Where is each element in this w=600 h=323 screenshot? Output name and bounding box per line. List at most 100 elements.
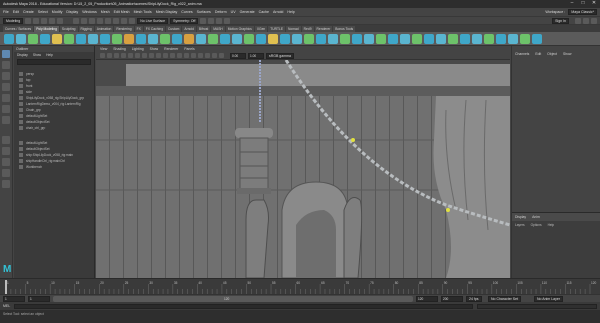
shelf-tool-icon[interactable] <box>400 33 410 44</box>
shelf-tool-icon[interactable] <box>148 33 158 44</box>
select-camera-icon[interactable] <box>100 53 105 58</box>
menu-select[interactable]: Select <box>38 10 48 14</box>
two-pane-layout-icon[interactable] <box>2 158 10 166</box>
toggle-panel-icon[interactable] <box>583 17 589 24</box>
field-chart-icon[interactable] <box>156 53 161 58</box>
film-gate-icon[interactable] <box>135 53 140 58</box>
workspace-dropdown[interactable]: Maya Classic* <box>568 9 597 15</box>
live-surface-dropdown[interactable]: No Live Surface <box>137 17 169 24</box>
shelf-tool-icon[interactable] <box>472 33 482 44</box>
shelf-tool-icon[interactable] <box>160 33 170 44</box>
minimize-button[interactable]: – <box>568 1 576 6</box>
shelf-tool-icon[interactable] <box>508 33 518 44</box>
color-space-dropdown[interactable]: sRGB gamma <box>266 52 294 59</box>
shelf-tool-icon[interactable] <box>52 33 62 44</box>
save-scene-icon[interactable] <box>41 17 48 24</box>
resolution-gate-icon[interactable] <box>142 53 147 58</box>
outliner-menu-display[interactable]: Display <box>17 52 28 58</box>
scale-tool-icon[interactable] <box>2 105 10 113</box>
shelf-tool-icon[interactable] <box>520 33 530 44</box>
move-tool-icon[interactable] <box>2 83 10 91</box>
open-scene-icon[interactable] <box>33 17 40 24</box>
outliner-search-input[interactable] <box>17 59 91 65</box>
snap-point-icon[interactable] <box>113 17 120 24</box>
graph-editor-layout-icon[interactable] <box>2 180 10 188</box>
single-pane-layout-icon[interactable] <box>2 136 10 144</box>
rotate-tool-icon[interactable] <box>2 94 10 102</box>
shelf-tool-icon[interactable] <box>376 33 386 44</box>
menu-display[interactable]: Display <box>66 10 78 14</box>
smooth-shade-icon[interactable] <box>177 53 182 58</box>
menu-file[interactable]: File <box>3 10 9 14</box>
shelf-tool-icon[interactable] <box>124 33 134 44</box>
shelf-tool-icon[interactable] <box>532 33 542 44</box>
shelf-tool-icon[interactable] <box>340 33 350 44</box>
shelf-tool-icon[interactable] <box>364 33 374 44</box>
shelf-tool-icon[interactable] <box>76 33 86 44</box>
grid-icon[interactable] <box>128 53 133 58</box>
outliner-row[interactable]: Workbench <box>14 164 94 170</box>
menu-windows[interactable]: Windows <box>82 10 97 14</box>
shelf-tool-icon[interactable] <box>424 33 434 44</box>
shelf-tool-icon[interactable] <box>136 33 146 44</box>
shelf-tool-icon[interactable] <box>292 33 302 44</box>
select-tool-icon[interactable] <box>2 50 10 58</box>
edit-menu[interactable]: Edit <box>535 52 541 56</box>
shelf-tool-icon[interactable] <box>28 33 38 44</box>
last-tool-icon[interactable] <box>2 116 10 124</box>
menu-cache[interactable]: Cache <box>259 10 269 14</box>
shelf-tool-icon[interactable] <box>460 33 470 44</box>
shadows-icon[interactable] <box>198 53 203 58</box>
menu-help[interactable]: Help <box>287 10 294 14</box>
menu-mesh[interactable]: Mesh <box>101 10 110 14</box>
shelf-tool-icon[interactable] <box>196 33 206 44</box>
shelf-tool-icon[interactable] <box>4 33 14 44</box>
shelf-tool-icon[interactable] <box>316 33 326 44</box>
shelf-tool-icon[interactable] <box>232 33 242 44</box>
ambient-occlusion-icon[interactable] <box>205 53 210 58</box>
select-hierarchy-icon[interactable] <box>73 17 80 24</box>
camera-exposure-field[interactable]: 0.00 <box>230 52 246 59</box>
outliner-menu-help[interactable]: Help <box>46 52 53 58</box>
show-menu[interactable]: Show <box>563 52 571 56</box>
undo-icon[interactable] <box>49 17 56 24</box>
current-frame-marker[interactable] <box>5 280 7 294</box>
hypershade-icon[interactable] <box>224 17 231 24</box>
shelf-tool-icon[interactable] <box>412 33 422 44</box>
shelf-tool-icon[interactable] <box>184 33 194 44</box>
snap-curve-icon[interactable] <box>105 17 112 24</box>
layers-menu[interactable]: Layers <box>515 223 525 227</box>
chain-handle[interactable] <box>351 138 355 142</box>
menu-arnold[interactable]: Arnold <box>273 10 283 14</box>
tab-anim-layers[interactable]: Anim <box>532 215 540 219</box>
four-pane-layout-icon[interactable] <box>2 147 10 155</box>
shelf-tool-icon[interactable] <box>172 33 182 44</box>
toggle-panel-icon[interactable] <box>591 17 597 24</box>
snap-view-icon[interactable] <box>121 17 128 24</box>
shelf-tool-icon[interactable] <box>268 33 278 44</box>
close-button[interactable]: ✕ <box>590 1 598 6</box>
menu-uv[interactable]: UV <box>231 10 236 14</box>
menu-create[interactable]: Create <box>23 10 34 14</box>
shelf-tool-icon[interactable] <box>352 33 362 44</box>
shelf-tool-icon[interactable] <box>244 33 254 44</box>
render-settings-icon[interactable] <box>216 17 223 24</box>
isolate-select-icon[interactable] <box>219 53 224 58</box>
shelf-tool-icon[interactable] <box>208 33 218 44</box>
shelf-tool-icon[interactable] <box>436 33 446 44</box>
menu-modify[interactable]: Modify <box>52 10 63 14</box>
select-object-icon[interactable] <box>81 17 88 24</box>
redo-icon[interactable] <box>57 17 64 24</box>
shelf-tool-icon[interactable] <box>304 33 314 44</box>
shelf-tool-icon[interactable] <box>280 33 290 44</box>
shelf-tool-icon[interactable] <box>496 33 506 44</box>
shelf-tool-icon[interactable] <box>112 33 122 44</box>
new-scene-icon[interactable] <box>25 17 32 24</box>
shelf-tool-icon[interactable] <box>16 33 26 44</box>
shelf-tool-icon[interactable] <box>388 33 398 44</box>
menu-curves[interactable]: Curves <box>181 10 192 14</box>
outliner-layout-icon[interactable] <box>2 169 10 177</box>
menu-mesh-tools[interactable]: Mesh Tools <box>134 10 152 14</box>
perspective-viewport[interactable] <box>96 60 510 278</box>
sign-in-button[interactable]: Sign In <box>552 17 569 24</box>
